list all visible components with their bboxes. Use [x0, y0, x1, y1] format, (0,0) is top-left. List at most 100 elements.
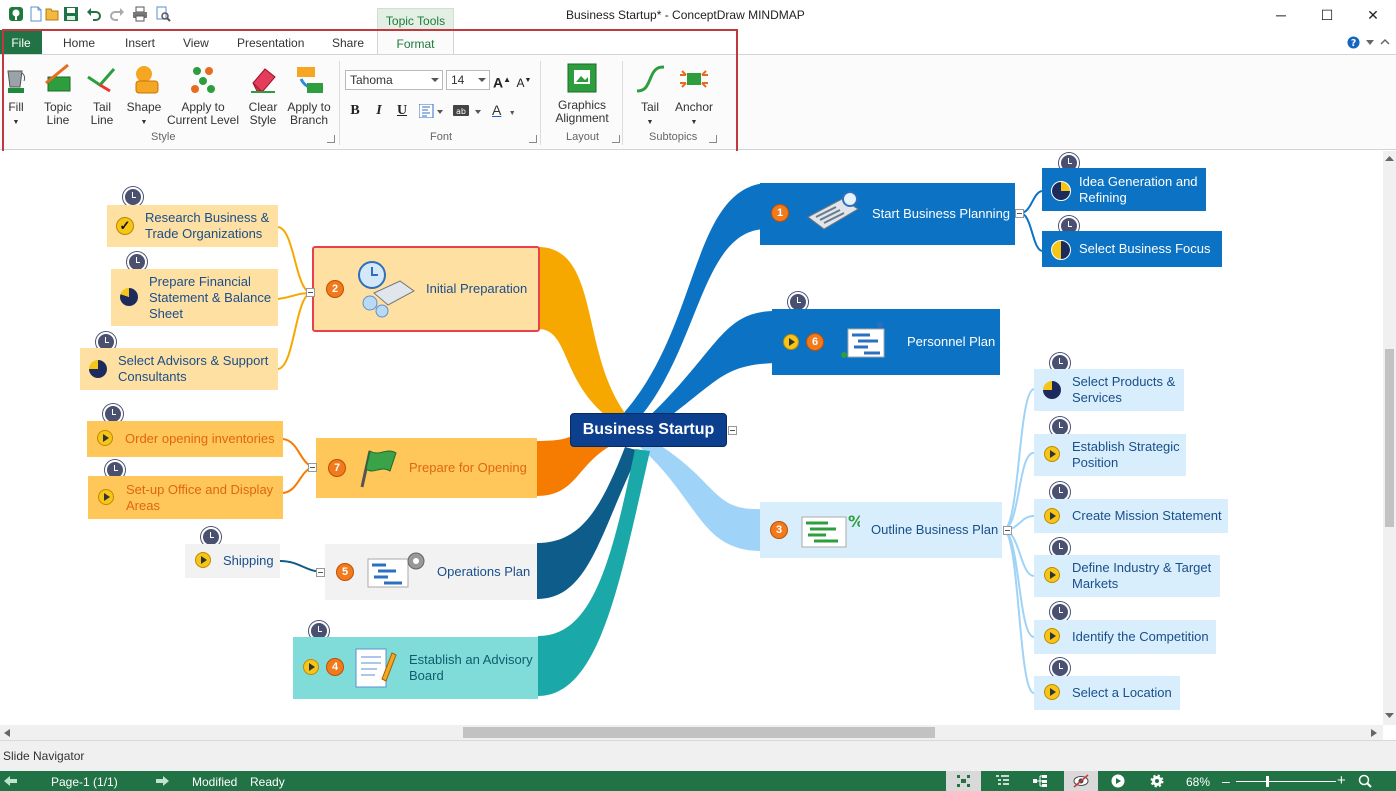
shape-button[interactable]: Shape ▼ — [126, 63, 162, 129]
vertical-scroll-thumb[interactable] — [1385, 349, 1394, 527]
clear-style-button[interactable]: Clear Style — [245, 63, 281, 127]
scroll-up-icon[interactable] — [1385, 155, 1394, 161]
zoom-fit-icon[interactable] — [1358, 774, 1372, 788]
zoom-slider-thumb[interactable] — [1266, 776, 1269, 787]
tab-share[interactable]: Share — [332, 30, 364, 54]
topic-select-advisors[interactable]: Select Advisors & Support Consultants — [80, 348, 278, 390]
topic-order-opening-inventories[interactable]: Order opening inventories — [87, 421, 283, 457]
tab-file[interactable]: File — [0, 30, 42, 54]
scroll-down-icon[interactable] — [1385, 713, 1394, 719]
help-icon[interactable]: ? — [1347, 36, 1360, 49]
central-topic[interactable]: Business Startup — [570, 413, 727, 447]
play-presentation-icon[interactable] — [1111, 774, 1125, 788]
topic-setup-office[interactable]: Set-up Office and Display Areas — [88, 476, 283, 519]
anchor-button[interactable]: Anchor ▼ — [672, 63, 716, 129]
play-icon[interactable] — [1044, 628, 1060, 644]
tab-insert[interactable]: Insert — [125, 30, 155, 54]
collapse-toggle[interactable] — [1003, 526, 1012, 535]
tab-view[interactable]: View — [183, 30, 209, 54]
style-dialog-launcher[interactable] — [327, 135, 335, 143]
clock-icon — [1050, 602, 1070, 622]
zoom-out-button[interactable]: – — [1222, 773, 1230, 789]
print-preview-icon[interactable] — [155, 6, 171, 22]
next-page-icon[interactable] — [156, 776, 169, 786]
print-icon[interactable] — [132, 6, 148, 22]
zoom-in-button[interactable]: + — [1337, 772, 1346, 789]
topic-operations-plan[interactable]: Operations Plan — [325, 544, 537, 600]
minimize-button[interactable]: ─ — [1258, 0, 1304, 30]
topic-create-mission-statement[interactable]: Create Mission Statement — [1034, 499, 1228, 533]
scroll-right-icon[interactable] — [1371, 729, 1377, 737]
scroll-left-icon[interactable] — [4, 729, 10, 737]
play-icon[interactable] — [303, 659, 319, 675]
play-icon[interactable] — [195, 552, 211, 568]
collapse-toggle[interactable] — [316, 568, 325, 577]
italic-button[interactable]: I — [370, 102, 388, 120]
play-icon[interactable] — [97, 430, 113, 446]
presentation-view-button[interactable] — [1064, 771, 1098, 791]
redo-icon[interactable] — [109, 6, 125, 22]
tab-presentation[interactable]: Presentation — [237, 30, 304, 54]
topic-identify-competition[interactable]: Identify the Competition — [1034, 620, 1216, 654]
apply-current-level-button[interactable]: Apply to Current Level — [166, 63, 240, 127]
tree-view-icon[interactable] — [1033, 775, 1047, 787]
bold-button[interactable]: B — [346, 102, 364, 120]
checkmark-icon[interactable]: ✓ — [116, 217, 134, 235]
collapse-toggle[interactable] — [1015, 209, 1024, 218]
topic-line-button[interactable]: Topic Line — [38, 63, 78, 127]
undo-icon[interactable] — [86, 6, 102, 22]
font-dialog-launcher[interactable] — [529, 135, 537, 143]
font-color-dropdown-icon: ▼ — [508, 110, 516, 117]
mindmap-canvas[interactable]: Business Startup Start Business Planning… — [0, 151, 1383, 725]
grow-font-icon[interactable]: A▲ — [493, 71, 511, 91]
font-family-select[interactable]: Tahoma — [345, 70, 443, 90]
tab-format[interactable]: Format — [377, 30, 454, 54]
font-color-button[interactable]: A ▼ — [492, 102, 522, 120]
play-icon[interactable] — [1044, 446, 1060, 462]
close-button[interactable]: ✕ — [1350, 0, 1396, 30]
zoom-slider-track[interactable] — [1236, 781, 1336, 782]
new-document-icon[interactable] — [28, 6, 44, 22]
subtopics-dialog-launcher[interactable] — [709, 135, 717, 143]
settings-gear-icon[interactable] — [1150, 774, 1164, 788]
outline-view-icon[interactable] — [996, 775, 1009, 787]
collapse-ribbon-icon[interactable] — [1380, 38, 1390, 45]
topic-prepare-for-opening[interactable]: Prepare for Opening — [316, 438, 537, 498]
collapse-toggle[interactable] — [306, 288, 315, 297]
shrink-font-icon[interactable]: A▼ — [515, 72, 533, 90]
fill-button[interactable]: Fill ▼ — [4, 63, 28, 129]
maximize-button[interactable]: ☐ — [1304, 0, 1350, 30]
open-document-icon[interactable] — [44, 6, 60, 22]
topic-define-industry[interactable]: Define Industry & Target Markets — [1034, 555, 1220, 597]
save-icon[interactable] — [63, 6, 79, 22]
collapse-central-toggle[interactable] — [728, 426, 737, 435]
horizontal-scroll-thumb[interactable] — [463, 727, 935, 738]
text-align-icon[interactable] — [419, 104, 445, 118]
collapse-toggle[interactable] — [308, 463, 317, 472]
layout-dialog-launcher[interactable] — [612, 135, 620, 143]
play-icon[interactable] — [1044, 508, 1060, 524]
tail-button[interactable]: Tail ▼ — [634, 63, 666, 129]
apply-branch-button[interactable]: Apply to Branch — [284, 63, 334, 127]
play-icon[interactable] — [783, 334, 799, 350]
help-dropdown-icon[interactable] — [1366, 40, 1374, 45]
topic-initial-preparation[interactable]: Initial Preparation — [312, 246, 540, 332]
underline-button[interactable]: U — [393, 102, 411, 120]
slide-navigator-panel[interactable]: Slide Navigator — [0, 740, 1396, 771]
apply-branch-label: Apply to Branch — [287, 100, 331, 127]
play-icon[interactable] — [98, 489, 114, 505]
topic-outline-business-plan[interactable]: Outline Business Plan — [760, 502, 1002, 558]
play-icon[interactable] — [1044, 684, 1060, 700]
tail-line-button[interactable]: Tail Line — [82, 63, 122, 127]
previous-page-icon[interactable] — [4, 776, 17, 786]
title-bar: Topic Tools Business Startup* - ConceptD… — [0, 0, 1396, 30]
highlight-color-icon[interactable]: ab — [453, 104, 483, 118]
horizontal-scrollbar[interactable] — [0, 725, 1383, 740]
vertical-scrollbar[interactable] — [1383, 151, 1396, 725]
topic-start-business-planning[interactable]: Start Business Planning — [760, 183, 1015, 245]
view-mode-map-button[interactable] — [946, 771, 981, 791]
play-icon[interactable] — [1044, 567, 1060, 583]
graphics-alignment-button[interactable]: Graphics Alignment — [546, 63, 618, 125]
font-size-select[interactable]: 14 — [446, 70, 490, 90]
tab-home[interactable]: Home — [63, 30, 95, 54]
